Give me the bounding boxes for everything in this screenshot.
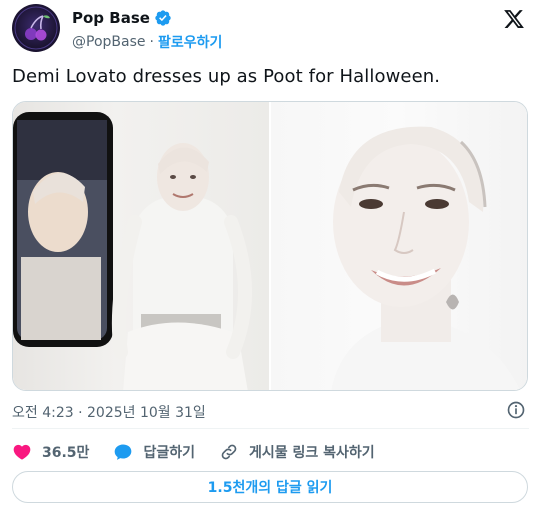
like-button[interactable]: 36.5만 bbox=[12, 442, 89, 462]
copy-link-label: 게시물 링크 복사하기 bbox=[248, 445, 375, 461]
verified-badge-icon bbox=[154, 9, 172, 27]
heart-icon bbox=[12, 442, 32, 462]
tweet-text: Demi Lovato dresses up as Poot for Hallo… bbox=[12, 66, 441, 87]
copy-link-button[interactable]: 게시물 링크 복사하기 bbox=[219, 442, 375, 462]
like-count: 36.5만 bbox=[42, 445, 90, 461]
action-bar: 36.5만 답글하기 게시물 링크 복사하기 bbox=[12, 440, 399, 464]
follow-button[interactable]: 팔로우하기 bbox=[158, 32, 222, 52]
author-handle[interactable]: @PopBase bbox=[72, 34, 146, 50]
avatar[interactable] bbox=[12, 4, 60, 52]
divider bbox=[12, 428, 529, 429]
photo-right[interactable] bbox=[271, 102, 527, 390]
author-display-name[interactable]: Pop Base bbox=[72, 9, 150, 27]
handle-separator: · bbox=[149, 34, 154, 50]
photo-left[interactable] bbox=[13, 102, 269, 390]
reply-label: 답글하기 bbox=[143, 445, 195, 461]
media-grid[interactable] bbox=[12, 101, 528, 391]
reply-button[interactable]: 답글하기 bbox=[113, 442, 195, 462]
tweet-timestamp[interactable]: 오전 4:23 · 2025년 10월 31일 bbox=[12, 402, 206, 422]
link-icon bbox=[219, 442, 239, 462]
tweet-header: Pop Base @PopBase · 팔로우하기 bbox=[12, 4, 529, 54]
reply-bubble-icon bbox=[113, 442, 133, 462]
avatar-logo-icon bbox=[14, 6, 58, 50]
read-replies-button[interactable]: 1.5천개의 답글 읽기 bbox=[12, 471, 528, 503]
info-icon[interactable] bbox=[506, 400, 526, 420]
x-logo-icon[interactable] bbox=[503, 8, 525, 30]
